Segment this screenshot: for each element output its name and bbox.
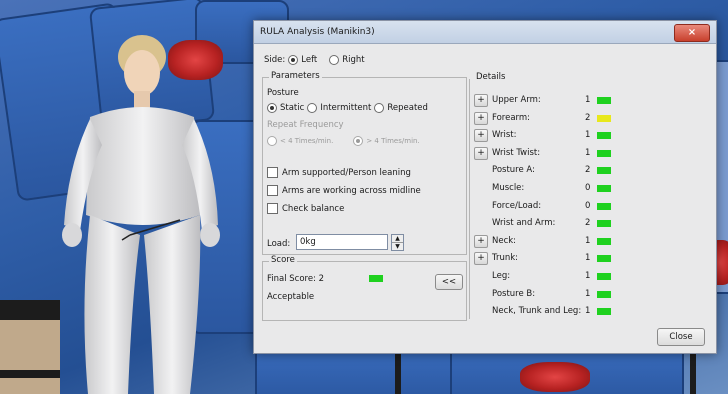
parameters-legend: Parameters: [269, 71, 322, 81]
detail-score-indicator: [597, 308, 611, 315]
detail-score: 1: [585, 306, 591, 316]
detail-label: Posture A:: [492, 165, 535, 175]
detail-label: Muscle:: [492, 183, 525, 193]
check-balance-checkbox[interactable]: Check balance: [267, 203, 344, 214]
load-stepper[interactable]: ▲ ▼: [391, 234, 404, 251]
detail-score-indicator: [597, 238, 611, 245]
score-group: Score Final Score: 2 Acceptable <<: [262, 255, 467, 321]
repeat-frequency-options: < 4 Times/min. > 4 Times/min.: [267, 136, 420, 146]
posture-static-radio[interactable]: [267, 103, 277, 113]
load-input[interactable]: 0kg: [296, 234, 388, 250]
expand-row-icon[interactable]: +: [474, 147, 488, 160]
side-right-radio[interactable]: [329, 55, 340, 65]
posture-label: Posture: [267, 88, 299, 98]
side-left-radio[interactable]: [288, 55, 299, 65]
checkbox-box[interactable]: [267, 185, 278, 196]
stepper-up-icon[interactable]: ▲: [392, 235, 403, 243]
detail-label: Trunk:: [492, 253, 518, 263]
side-left-label[interactable]: Left: [301, 55, 317, 65]
side-label: Side:: [264, 55, 286, 65]
expand-row-icon[interactable]: +: [474, 252, 488, 265]
detail-label: Leg:: [492, 271, 511, 281]
detail-score: 2: [585, 218, 591, 228]
close-icon[interactable]: ×: [674, 24, 710, 42]
detail-score: 1: [585, 253, 591, 263]
score-legend: Score: [269, 255, 297, 265]
posture-static-label[interactable]: Static: [280, 103, 304, 113]
rula-analysis-dialog: RULA Analysis (Manikin3) × Side: Left Ri…: [253, 20, 717, 354]
posture-repeated-radio[interactable]: [374, 103, 385, 113]
detail-label: Posture B:: [492, 289, 536, 299]
detail-label: Upper Arm:: [492, 95, 541, 105]
arm-supported-checkbox[interactable]: Arm supported/Person leaning: [267, 167, 411, 178]
load-value[interactable]: 0kg: [300, 237, 316, 247]
detail-label: Force/Load:: [492, 201, 542, 211]
posture-repeated-label[interactable]: Repeated: [387, 103, 428, 113]
manikin-figure[interactable]: [50, 35, 225, 394]
detail-score: 2: [585, 165, 591, 175]
expand-row-icon[interactable]: +: [474, 94, 488, 107]
check-balance-label[interactable]: Check balance: [282, 204, 344, 214]
detail-score-indicator: [597, 132, 611, 139]
detail-label: Forearm:: [492, 113, 531, 123]
detail-score-indicator: [597, 291, 611, 298]
seat-headrest: [520, 362, 590, 392]
checkbox-box[interactable]: [267, 167, 278, 178]
detail-score: 1: [585, 95, 591, 105]
arms-midline-checkbox[interactable]: Arms are working across midline: [267, 185, 421, 196]
final-score-indicator: [369, 275, 383, 282]
final-score: Final Score: 2: [267, 274, 325, 284]
checkbox-box[interactable]: [267, 203, 278, 214]
detail-label: Neck:: [492, 236, 517, 246]
repeat-more-label: > 4 Times/min.: [366, 137, 420, 145]
detail-score-indicator: [597, 273, 611, 280]
seat-frame: [395, 352, 401, 394]
detail-score: 1: [585, 271, 591, 281]
detail-score: 1: [585, 148, 591, 158]
load-label: Load:: [267, 239, 291, 249]
posture-intermittent-label[interactable]: Intermittent: [320, 103, 371, 113]
posture-intermittent-radio[interactable]: [307, 103, 318, 113]
parameters-group: Parameters Posture Static Intermittent R…: [262, 71, 467, 255]
dialog-titlebar[interactable]: RULA Analysis (Manikin3): [254, 21, 716, 44]
detail-score-indicator: [597, 255, 611, 262]
detail-label: Neck, Trunk and Leg:: [492, 306, 582, 316]
detail-score-indicator: [597, 115, 611, 122]
expand-row-icon[interactable]: +: [474, 112, 488, 125]
detail-score-indicator: [597, 97, 611, 104]
seat-frame: [690, 352, 696, 394]
detail-score-indicator: [597, 167, 611, 174]
expand-row-icon[interactable]: +: [474, 129, 488, 142]
detail-score: 1: [585, 289, 591, 299]
collapse-details-button[interactable]: <<: [435, 274, 463, 290]
detail-score: 2: [585, 113, 591, 123]
detail-label: Wrist and Arm:: [492, 218, 556, 228]
repeat-less-label: < 4 Times/min.: [280, 137, 334, 145]
repeat-frequency-label: Repeat Frequency: [267, 120, 344, 130]
score-verdict: Acceptable: [267, 292, 315, 302]
side-right-label[interactable]: Right: [342, 55, 364, 65]
close-button[interactable]: Close: [657, 328, 705, 346]
detail-score: 1: [585, 236, 591, 246]
detail-label: Wrist Twist:: [492, 148, 541, 158]
detail-label: Wrist:: [492, 130, 517, 140]
arm-supported-label[interactable]: Arm supported/Person leaning: [282, 168, 411, 178]
dialog-title: RULA Analysis (Manikin3): [260, 27, 375, 37]
side-selector: Side: Left Right: [264, 55, 365, 65]
detail-score: 1: [585, 130, 591, 140]
stepper-down-icon[interactable]: ▼: [392, 243, 403, 250]
detail-score-indicator: [597, 220, 611, 227]
posture-options: Static Intermittent Repeated: [267, 103, 428, 113]
detail-score-indicator: [597, 203, 611, 210]
arms-midline-label[interactable]: Arms are working across midline: [282, 186, 421, 196]
detail-score: 0: [585, 183, 591, 193]
detail-score-indicator: [597, 185, 611, 192]
repeat-more-radio[interactable]: [353, 136, 364, 146]
repeat-less-radio[interactable]: [267, 136, 277, 146]
detail-score: 0: [585, 201, 591, 211]
expand-row-icon[interactable]: +: [474, 235, 488, 248]
detail-score-indicator: [597, 150, 611, 157]
